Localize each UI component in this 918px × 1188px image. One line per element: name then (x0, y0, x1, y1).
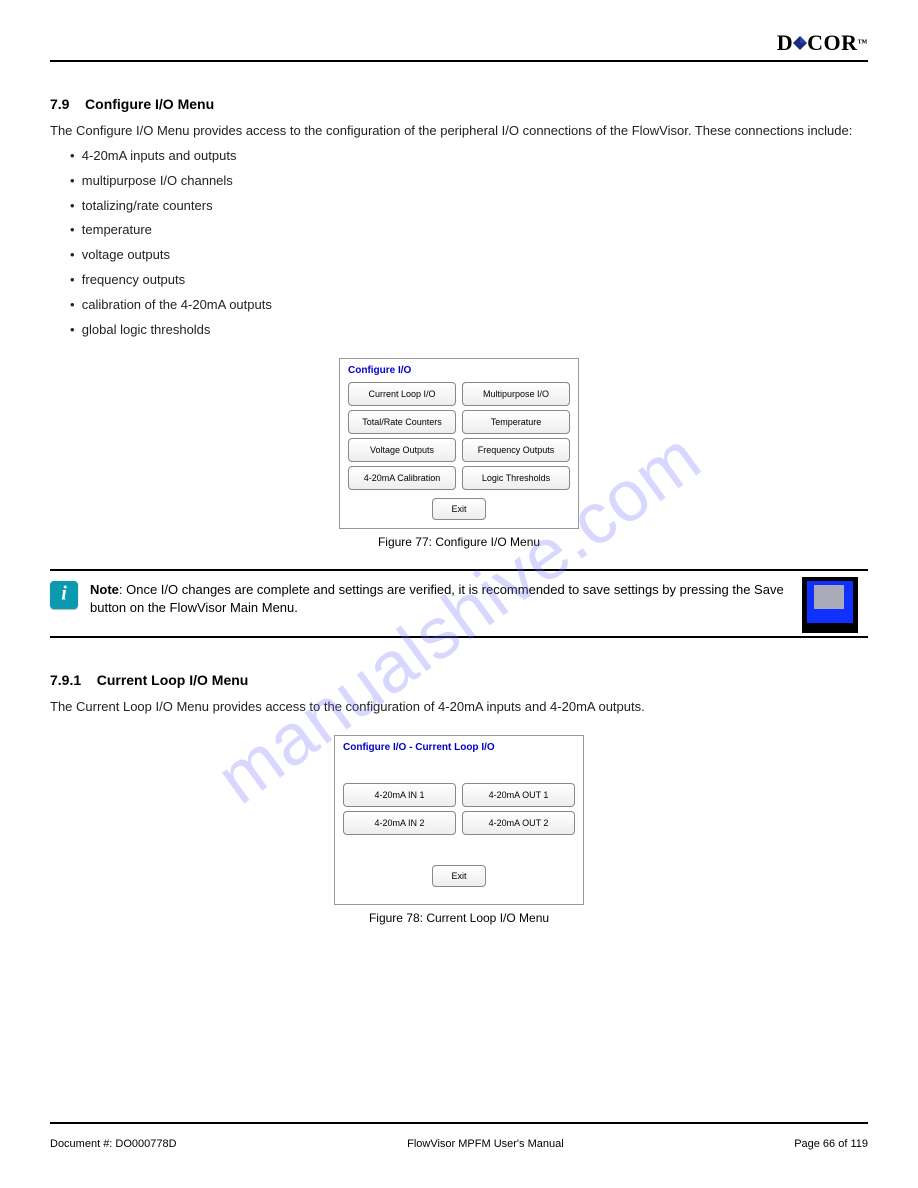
bullet-list: • 4-20mA inputs and outputs • multipurpo… (70, 147, 868, 340)
figure: Configure I/O Current Loop I/O Multipurp… (50, 358, 868, 549)
out2-button[interactable]: 4-20mA OUT 2 (462, 811, 575, 835)
dialog-title: Configure I/O (346, 363, 572, 382)
list-item: • frequency outputs (70, 271, 868, 290)
section-number: 7.9 (50, 96, 69, 112)
footer-center: FlowVisor MPFM User's Manual (407, 1138, 564, 1150)
configure-io-dialog: Configure I/O Current Loop I/O Multipurp… (339, 358, 579, 529)
section-number: 7.9.1 (50, 672, 81, 688)
footer-left: Document #: DO000778D (50, 1138, 177, 1150)
brand-logo: DCOR™ (777, 30, 868, 56)
out1-button[interactable]: 4-20mA OUT 1 (462, 783, 575, 807)
figure-caption: Figure 77: Configure I/O Menu (50, 535, 868, 549)
list-item: • multipurpose I/O channels (70, 172, 868, 191)
total-rate-counters-button[interactable]: Total/Rate Counters (348, 410, 456, 434)
frequency-outputs-button[interactable]: Frequency Outputs (462, 438, 570, 462)
exit-button[interactable]: Exit (432, 498, 485, 520)
list-item: • global logic thresholds (70, 321, 868, 340)
section-heading: 7.9.1 Current Loop I/O Menu (50, 672, 868, 688)
calibration-button[interactable]: 4-20mA Calibration (348, 466, 456, 490)
list-item: • voltage outputs (70, 246, 868, 265)
note-label: Note (90, 582, 119, 597)
footer: Document #: DO000778D FlowVisor MPFM Use… (50, 1138, 868, 1150)
section-title: Configure I/O Menu (85, 96, 214, 112)
note-box: Note: Once I/O changes are complete and … (50, 569, 868, 639)
figure-caption: Figure 78: Current Loop I/O Menu (50, 911, 868, 925)
in1-button[interactable]: 4-20mA IN 1 (343, 783, 456, 807)
temperature-button[interactable]: Temperature (462, 410, 570, 434)
list-item: • totalizing/rate counters (70, 197, 868, 216)
current-loop-dialog: Configure I/O - Current Loop I/O 4-20mA … (334, 735, 584, 905)
logic-thresholds-button[interactable]: Logic Thresholds (462, 466, 570, 490)
footer-right: Page 66 of 119 (794, 1138, 868, 1150)
paragraph: The Configure I/O Menu provides access t… (50, 122, 868, 141)
list-item: • temperature (70, 221, 868, 240)
info-icon (50, 581, 78, 609)
exit-button[interactable]: Exit (432, 865, 485, 887)
figure: Configure I/O - Current Loop I/O 4-20mA … (50, 735, 868, 925)
section-heading: 7.9 Configure I/O Menu (50, 96, 868, 112)
note-text: Note: Once I/O changes are complete and … (90, 581, 868, 619)
footer-rule (50, 1122, 868, 1124)
header-rule (50, 60, 868, 62)
in2-button[interactable]: 4-20mA IN 2 (343, 811, 456, 835)
multipurpose-io-button[interactable]: Multipurpose I/O (462, 382, 570, 406)
dialog-title: Configure I/O - Current Loop I/O (341, 740, 577, 759)
current-loop-io-button[interactable]: Current Loop I/O (348, 382, 456, 406)
voltage-outputs-button[interactable]: Voltage Outputs (348, 438, 456, 462)
list-item: • 4-20mA inputs and outputs (70, 147, 868, 166)
paragraph: The Current Loop I/O Menu provides acces… (50, 698, 868, 717)
save-icon (802, 577, 858, 633)
list-item: • calibration of the 4-20mA outputs (70, 296, 868, 315)
section-title: Current Loop I/O Menu (97, 672, 249, 688)
